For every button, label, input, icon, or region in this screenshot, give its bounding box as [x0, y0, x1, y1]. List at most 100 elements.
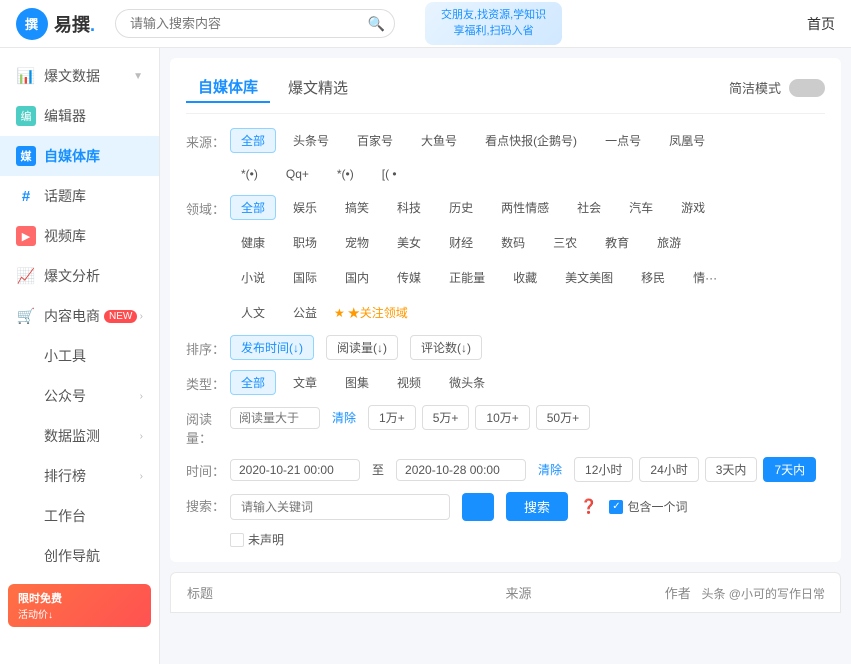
source-wx[interactable]: *(•)	[230, 163, 269, 185]
domain-meiwen[interactable]: 美文美图	[554, 265, 624, 290]
time-start-input[interactable]	[230, 459, 360, 481]
sidebar-item-gongzhonghao[interactable]: 公众号 ›	[0, 376, 159, 416]
source-yidian[interactable]: 一点号	[594, 128, 652, 153]
domain-gaoxiao[interactable]: 搞笑	[334, 195, 380, 220]
search-submit-btn[interactable]: 搜索	[506, 492, 568, 521]
th-title: 标题	[187, 583, 506, 602]
type-gallery[interactable]: 图集	[334, 370, 380, 395]
color-select-btn[interactable]	[462, 493, 494, 521]
source-dayuhao[interactable]: 大鱼号	[410, 128, 468, 153]
source-wx2[interactable]: *(•)	[326, 163, 365, 185]
domain-yule[interactable]: 娱乐	[282, 195, 328, 220]
domain-shehui[interactable]: 社会	[566, 195, 612, 220]
domain-all[interactable]: 全部	[230, 195, 276, 220]
time-24h[interactable]: 24小时	[639, 457, 698, 482]
top-nav: 撰 易撰. 🔍 交朋友,找资源,学知识 享福利,扫码入省 首页	[0, 0, 851, 48]
domain-gongyi[interactable]: 公益	[282, 300, 328, 325]
time-3d[interactable]: 3天内	[705, 457, 758, 482]
sidebar-item-shujujiankong[interactable]: 数据监测 ›	[0, 416, 159, 456]
time-end-input[interactable]	[396, 459, 526, 481]
sidebar-item-baowenanalysis[interactable]: 📈 爆文分析	[0, 256, 159, 296]
sidebar-item-gongtai[interactable]: 工作台	[0, 496, 159, 536]
domain-keji[interactable]: 科技	[386, 195, 432, 220]
domain-zhichang[interactable]: 职场	[282, 230, 328, 255]
domain-jiankang[interactable]: 健康	[230, 230, 276, 255]
sort-read-count[interactable]: 阅读量(↓)	[326, 335, 398, 360]
read-clear-btn[interactable]: 清除	[332, 409, 356, 426]
read-10w[interactable]: 10万+	[475, 405, 529, 430]
tab-baowen-jingxuan[interactable]: 爆文精选	[276, 73, 360, 102]
source-fenghuang[interactable]: 凤凰号	[658, 128, 716, 153]
contain-word-checkbox[interactable]: ✓ 包含一个词	[609, 498, 687, 515]
sidebar-label-rank: 排行榜	[44, 466, 86, 486]
type-all[interactable]: 全部	[230, 370, 276, 395]
source-options2: *(•) Qq+ *(•) [( •	[230, 163, 825, 185]
time-12h[interactable]: 12小时	[574, 457, 633, 482]
domain-caijing[interactable]: 财经	[438, 230, 484, 255]
jieji-toggle[interactable]	[789, 79, 825, 97]
sidebar-item-paihang[interactable]: 排行榜 ›	[0, 456, 159, 496]
domain-lvyou[interactable]: 旅游	[646, 230, 692, 255]
domain-chongwu[interactable]: 宠物	[334, 230, 380, 255]
sidebar-item-bianjiqqi[interactable]: 编 编辑器	[0, 96, 159, 136]
read-5w[interactable]: 5万+	[422, 405, 470, 430]
zimeiti-icon: 媒	[16, 146, 36, 166]
home-link[interactable]: 首页	[807, 14, 835, 34]
sidebar-item-neirongec[interactable]: 🛒 内容电商 NEW ›	[0, 296, 159, 336]
domain-chuanmei[interactable]: 传媒	[386, 265, 432, 290]
search-help-icon[interactable]: ❓	[580, 498, 597, 515]
source-other[interactable]: [( •	[371, 163, 408, 185]
domain-meinv[interactable]: 美女	[386, 230, 432, 255]
type-video[interactable]: 视频	[386, 370, 432, 395]
domain-yimin[interactable]: 移民	[630, 265, 676, 290]
source-toutiao[interactable]: 头条号	[282, 128, 340, 153]
domain-guoji[interactable]: 国际	[282, 265, 328, 290]
sidebar-item-baowendata[interactable]: 📊 爆文数据 ▼	[0, 56, 159, 96]
keyword-input[interactable]	[230, 494, 450, 520]
source-baijiahao[interactable]: 百家号	[346, 128, 404, 153]
domain-lianxing[interactable]: 两性情感	[490, 195, 560, 220]
sort-label: 排序：	[186, 335, 230, 358]
domain-sannong[interactable]: 三农	[542, 230, 588, 255]
editor-icon: 编	[16, 106, 36, 126]
read-input[interactable]	[230, 407, 320, 429]
sidebar-item-xiaogongju[interactable]: 小工具	[0, 336, 159, 376]
domain-zhengneng[interactable]: 正能量	[438, 265, 496, 290]
domain-jiaoyu[interactable]: 教育	[594, 230, 640, 255]
domain-guonei[interactable]: 国内	[334, 265, 380, 290]
time-7d[interactable]: 7天内	[763, 457, 816, 482]
sort-comment-count[interactable]: 评论数(↓)	[410, 335, 482, 360]
domain-renwen[interactable]: 人文	[230, 300, 276, 325]
sidebar-item-huatiku[interactable]: # 话题库	[0, 176, 159, 216]
domain-qing[interactable]: 情···	[682, 265, 728, 290]
top-search-bar[interactable]: 🔍	[115, 9, 395, 38]
declare-checkbox-row[interactable]: 未声明	[230, 531, 825, 548]
promo-banner[interactable]: 限时免费 活动价↓	[8, 584, 151, 627]
sidebar-item-chuangzuo[interactable]: 创作导航	[0, 536, 159, 576]
source-kandian[interactable]: 看点快报(企鹅号)	[474, 128, 588, 153]
filter-panel: 自媒体库 爆文精选 简洁模式 来源： 全部 头条号 百家号 大鱼号 看点快报(企…	[170, 58, 841, 562]
domain-qiche[interactable]: 汽车	[618, 195, 664, 220]
domain-xiaoshuo[interactable]: 小说	[230, 265, 276, 290]
sort-publish-time[interactable]: 发布时间(↓)	[230, 335, 314, 360]
monitor-icon	[16, 426, 36, 446]
arrow-icon3: ›	[140, 391, 143, 402]
source-all[interactable]: 全部	[230, 128, 276, 153]
read-1w[interactable]: 1万+	[368, 405, 416, 430]
top-search-input[interactable]	[115, 9, 395, 38]
declare-checkbox	[230, 533, 244, 547]
domain-focus-link[interactable]: ★ ★关注领域	[334, 304, 408, 321]
type-micro[interactable]: 微头条	[438, 370, 496, 395]
domain-lishi[interactable]: 历史	[438, 195, 484, 220]
domain-youxi[interactable]: 游戏	[670, 195, 716, 220]
tab-zimeiti[interactable]: 自媒体库	[186, 72, 270, 103]
type-article[interactable]: 文章	[282, 370, 328, 395]
th-source: 来源	[506, 583, 665, 602]
sidebar-item-shipinku[interactable]: ▶ 视频库	[0, 216, 159, 256]
sidebar-item-zimeiti[interactable]: 媒 自媒体库	[0, 136, 159, 176]
time-clear-btn[interactable]: 清除	[538, 461, 562, 478]
source-qq[interactable]: Qq+	[275, 163, 320, 185]
domain-shoucang[interactable]: 收藏	[502, 265, 548, 290]
read-50w[interactable]: 50万+	[536, 405, 590, 430]
domain-shuma[interactable]: 数码	[490, 230, 536, 255]
